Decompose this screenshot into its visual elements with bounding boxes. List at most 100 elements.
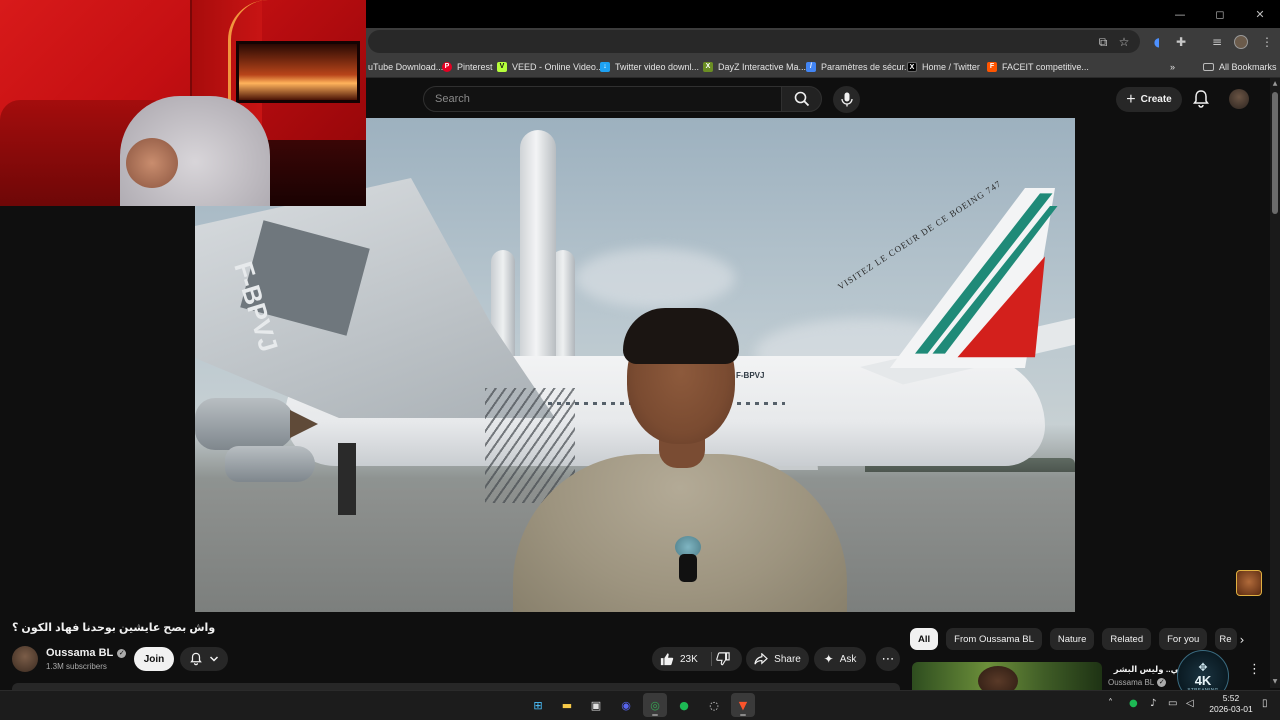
search-placeholder: Search (435, 93, 470, 105)
tray-overflow-icon[interactable]: ˄ (1108, 698, 1113, 709)
search-button[interactable] (781, 86, 822, 112)
eagle-icon: ✥ (1198, 660, 1208, 674)
ask-button[interactable]: ✦ Ask (814, 647, 866, 671)
profile-avatar-icon[interactable] (1234, 35, 1248, 49)
join-button[interactable]: Join (134, 647, 174, 671)
plus-icon: + (1126, 90, 1136, 108)
tray-volume-icon[interactable]: ◁ (1186, 698, 1194, 709)
x-icon: X (907, 61, 917, 72)
bookmark-item[interactable]: P Pinterest (442, 58, 493, 75)
search-input[interactable]: Search (423, 86, 782, 112)
scroll-up-arrow-icon[interactable]: ▲ (1271, 80, 1279, 88)
folder-icon (1203, 62, 1214, 71)
bookmark-item[interactable]: ↓ Twitter video downl... (600, 58, 699, 75)
jet-engine (195, 398, 295, 450)
spotify-icon[interactable]: ● (672, 693, 696, 717)
brave-icon[interactable]: ▼ (731, 693, 755, 717)
more-actions-button[interactable]: ⋯ (876, 647, 900, 671)
dayz-icon: X (703, 61, 713, 72)
bookmark-item[interactable]: / Paramètres de sécur... (806, 58, 912, 75)
scroll-down-arrow-icon[interactable]: ▼ (1271, 678, 1279, 686)
related-filter-chips: All From Oussama BL Nature Related For y… (910, 628, 1238, 650)
thumbs-down-icon[interactable] (716, 652, 730, 666)
microphone-icon (840, 92, 853, 107)
bookmark-item[interactable]: X Home / Twitter (907, 58, 980, 75)
channel-name-row[interactable]: Oussama BL ✓ (46, 647, 127, 659)
sign-post (338, 443, 356, 515)
extension-audio-icon[interactable]: ◖ (1148, 33, 1166, 51)
bookmark-item[interactable]: V VEED - Online Video... (497, 58, 603, 75)
screen: — ◻ ✕ ⧉ ☆ ◖ ✚ ≡ ⋮ uTube Download... P Pi… (0, 0, 1280, 720)
browser-menu-icon[interactable]: ⋮ (1258, 33, 1276, 51)
like-count: 23K (680, 653, 698, 665)
chip-related[interactable]: Related (1102, 628, 1152, 650)
address-bar[interactable] (368, 30, 1140, 53)
channel-avatar[interactable] (12, 646, 38, 672)
description-box[interactable] (12, 683, 900, 690)
install-app-icon[interactable]: ⧉ (1094, 33, 1112, 51)
chrome-icon[interactable]: ◎ (643, 693, 667, 717)
chip-from-channel[interactable]: From Oussama BL (946, 628, 1042, 650)
chip-nature[interactable]: Nature (1049, 628, 1095, 650)
bookmarks-overflow-icon[interactable]: » (1170, 58, 1175, 75)
extensions-puzzle-icon[interactable]: ✚ (1172, 33, 1190, 51)
tray-spotify-icon[interactable]: ● (1129, 698, 1138, 709)
bookmark-item[interactable]: uTube Download... (368, 58, 443, 75)
share-button[interactable]: Share (746, 647, 809, 671)
thumbs-up-icon (660, 653, 674, 666)
clock-time: 5:52 (1222, 693, 1240, 703)
subscription-notifications-button[interactable] (180, 647, 228, 671)
like-divider (711, 652, 712, 666)
tray-microphone-icon[interactable]: ♪ (1150, 698, 1156, 709)
account-avatar[interactable] (1229, 89, 1249, 109)
bookmark-item[interactable]: F FACEIT competitive... (987, 58, 1089, 75)
bookmark-item[interactable]: X DayZ Interactive Ma... (703, 58, 806, 75)
create-button[interactable]: + Create (1116, 87, 1182, 112)
subscriber-count: 1.3M subscribers (46, 662, 107, 671)
lapel-microphone (675, 536, 701, 584)
more-horizontal-icon: ⋯ (881, 651, 895, 666)
recommended-video-thumbnail[interactable] (912, 662, 1102, 690)
jet-engine (225, 446, 315, 482)
close-window-button[interactable]: ✕ (1240, 0, 1280, 28)
like-button[interactable]: 23K (660, 652, 698, 666)
cloud (575, 248, 735, 308)
channel-name[interactable]: Oussama BL (46, 647, 113, 659)
chip-all[interactable]: All (910, 628, 939, 650)
chip-for-you[interactable]: For you (1159, 628, 1208, 650)
recommended-video-menu-icon[interactable]: ⋮ (1248, 662, 1261, 678)
notification-center-icon[interactable]: ▯ (1262, 698, 1268, 709)
microsoft-store-icon[interactable]: ▣ (584, 693, 608, 717)
webcam-overlay (0, 0, 366, 206)
sparkle-icon: ✦ (823, 652, 834, 666)
minimize-button[interactable]: — (1160, 0, 1200, 28)
file-explorer-icon[interactable]: ▬ (555, 693, 579, 717)
tray-network-icon[interactable]: ▭ (1168, 698, 1177, 709)
chips-next-arrow-icon[interactable]: › (1234, 632, 1250, 648)
fuselage-registration: F-BPVJ (736, 371, 765, 380)
notifications-bell-icon[interactable] (1191, 89, 1211, 109)
discord-icon[interactable]: ◉ (614, 693, 638, 717)
ariane-rocket (520, 130, 556, 370)
share-arrow-icon (754, 653, 769, 665)
bell-icon (190, 652, 202, 666)
window-controls: — ◻ ✕ (1160, 0, 1280, 28)
maximize-button[interactable]: ◻ (1200, 0, 1240, 28)
presenter-hair (623, 308, 739, 364)
voice-search-button[interactable] (833, 86, 860, 113)
windows-start-icon[interactable]: ⊞ (526, 693, 550, 717)
media-controls-icon[interactable]: ≡ (1208, 33, 1226, 51)
faceit-icon: F (987, 61, 997, 72)
all-bookmarks-button[interactable]: All Bookmarks (1203, 58, 1277, 75)
obs-icon[interactable]: ◌ (702, 693, 726, 717)
pinterest-icon: P (442, 61, 452, 72)
video-title: واش بصح عايشين بوحدنا فهاد الكون ؟ (12, 622, 216, 634)
recommended-channel-name[interactable]: Oussama BL (1108, 678, 1154, 687)
taskbar-clock[interactable]: 5:52 2026-03-01 (1204, 693, 1258, 715)
mic-transmitter (679, 554, 697, 582)
scrollbar-thumb[interactable] (1272, 92, 1278, 214)
webcam-desk (262, 140, 366, 206)
streamer-side-avatar (1236, 570, 1262, 596)
page-scrollbar[interactable]: ▲ ▼ (1270, 78, 1280, 688)
bookmark-star-icon[interactable]: ☆ (1115, 33, 1133, 51)
